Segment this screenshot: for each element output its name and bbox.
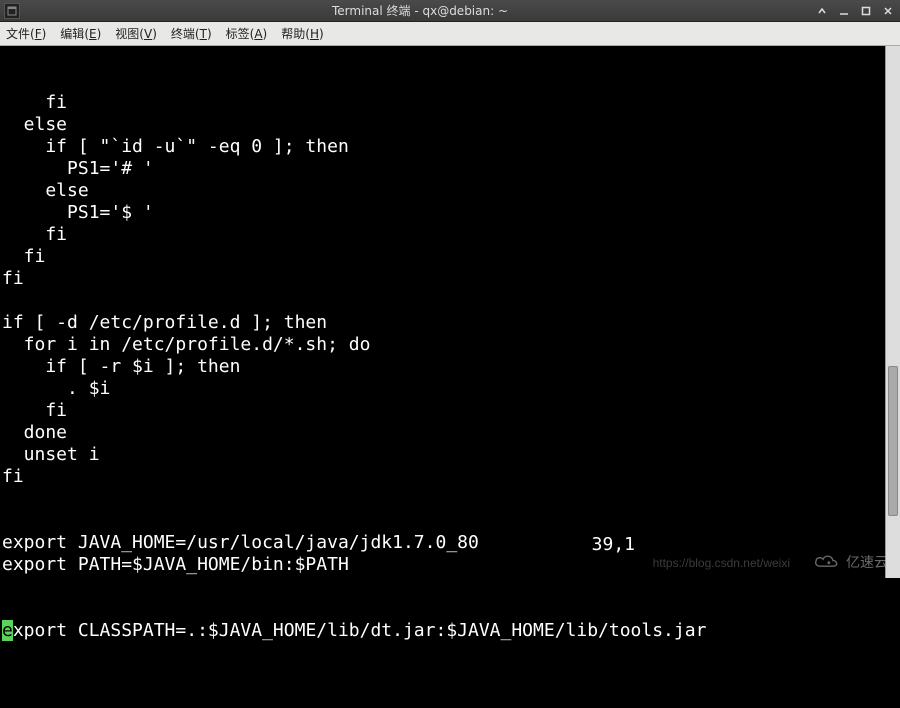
maximize-button[interactable]: [858, 4, 874, 18]
scrollbar-thumb[interactable]: [888, 366, 898, 516]
menu-terminal[interactable]: 终端(T): [171, 25, 212, 42]
scrollbar[interactable]: [885, 46, 900, 578]
terminal-line: fi: [2, 466, 883, 488]
menu-view[interactable]: 视图(V): [115, 25, 157, 42]
cursor-line-rest: xport CLASSPATH=.:$JAVA_HOME/lib/dt.jar:…: [13, 620, 707, 641]
terminal-line: PS1='$ ': [2, 202, 883, 224]
terminal-line: else: [2, 180, 883, 202]
watermark: 亿速云: [812, 552, 888, 572]
vim-position: 39,1: [592, 534, 635, 556]
terminal-line: unset i: [2, 444, 883, 466]
menu-help[interactable]: 帮助(H): [281, 25, 323, 42]
menubar: 文件(F) 编辑(E) 视图(V) 终端(T) 标签(A) 帮助(H): [0, 22, 900, 46]
terminal-line: else: [2, 114, 883, 136]
terminal-line: fi: [2, 400, 883, 422]
terminal-line: [2, 290, 883, 312]
terminal-line: if [ "`id -u`" -eq 0 ]; then: [2, 136, 883, 158]
terminal-line: fi: [2, 246, 883, 268]
cloud-icon: [812, 553, 840, 571]
cursor: e: [2, 620, 13, 641]
shade-button[interactable]: [814, 4, 830, 18]
window-controls: [814, 4, 896, 18]
terminal-line: . $i: [2, 378, 883, 400]
menu-file[interactable]: 文件(F): [6, 25, 46, 42]
terminal-line: fi: [2, 92, 883, 114]
terminal-content[interactable]: fi else if [ "`id -u`" -eq 0 ]; then PS1…: [0, 46, 885, 578]
terminal-line: if [ -d /etc/profile.d ]; then: [2, 312, 883, 334]
watermark-url: https://blog.csdn.net/weixi: [653, 556, 790, 570]
menu-tabs[interactable]: 标签(A): [226, 25, 268, 42]
window-title: Terminal 终端 - qx@debian: ~: [26, 2, 814, 19]
terminal-line: if [ -r $i ]; then: [2, 356, 883, 378]
window-icon: [4, 3, 20, 19]
close-button[interactable]: [880, 4, 896, 18]
terminal-line: fi: [2, 224, 883, 246]
terminal-line: fi: [2, 268, 883, 290]
terminal-line: [2, 488, 883, 510]
menu-edit[interactable]: 编辑(E): [60, 25, 101, 42]
terminal-area: fi else if [ "`id -u`" -eq 0 ]; then PS1…: [0, 46, 900, 578]
watermark-text: 亿速云: [846, 552, 888, 572]
terminal-line: for i in /etc/profile.d/*.sh; do: [2, 334, 883, 356]
terminal-line: done: [2, 422, 883, 444]
terminal-lines: fi else if [ "`id -u`" -eq 0 ]; then PS1…: [2, 92, 883, 576]
terminal-line: PS1='# ': [2, 158, 883, 180]
minimize-button[interactable]: [836, 4, 852, 18]
titlebar: Terminal 终端 - qx@debian: ~: [0, 0, 900, 22]
cursor-line: export CLASSPATH=.:$JAVA_HOME/lib/dt.jar…: [2, 620, 883, 642]
